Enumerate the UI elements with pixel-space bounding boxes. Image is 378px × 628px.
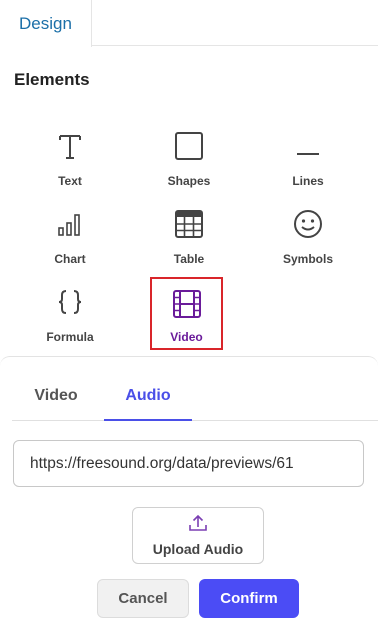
square-icon — [174, 128, 204, 164]
elements-title: Elements — [14, 70, 90, 89]
element-formula[interactable]: Formula — [25, 284, 115, 354]
element-chart-label: Chart — [54, 252, 86, 266]
media-panel: Video Audio — [0, 356, 378, 628]
element-chart[interactable]: Chart — [25, 206, 115, 276]
element-table[interactable]: Table — [144, 206, 234, 276]
element-lines[interactable]: Lines — [263, 128, 353, 198]
element-video-label: Video — [170, 330, 203, 344]
element-video[interactable]: Video — [150, 277, 223, 350]
tab-audio[interactable]: Audio — [104, 381, 192, 421]
braces-icon — [55, 284, 85, 320]
upload-icon — [188, 514, 208, 537]
audio-url-input[interactable] — [13, 440, 364, 487]
element-shapes[interactable]: Shapes — [144, 128, 234, 198]
element-text[interactable]: Text — [25, 128, 115, 198]
text-icon — [57, 128, 83, 164]
element-symbols[interactable]: Symbols — [263, 206, 353, 276]
element-text-label: Text — [58, 174, 82, 188]
upload-audio-button[interactable]: Upload Audio — [132, 507, 264, 564]
element-table-label: Table — [173, 252, 205, 266]
confirm-button[interactable]: Confirm — [199, 579, 299, 618]
element-lines-label: Lines — [292, 174, 324, 188]
film-icon — [172, 286, 202, 322]
element-symbols-label: Symbols — [282, 252, 333, 266]
tab-design[interactable]: Design — [0, 0, 92, 47]
element-formula-label: Formula — [46, 330, 94, 344]
element-shapes-label: Shapes — [167, 174, 211, 188]
media-tabs: Video Audio — [12, 381, 378, 421]
upload-audio-label: Upload Audio — [152, 541, 244, 557]
top-bar: Design — [0, 0, 378, 47]
chart-icon — [56, 206, 84, 242]
cancel-button[interactable]: Cancel — [97, 579, 189, 618]
line-icon — [295, 128, 321, 164]
table-icon — [174, 206, 204, 242]
smiley-icon — [293, 206, 323, 242]
tab-video[interactable]: Video — [12, 381, 100, 421]
